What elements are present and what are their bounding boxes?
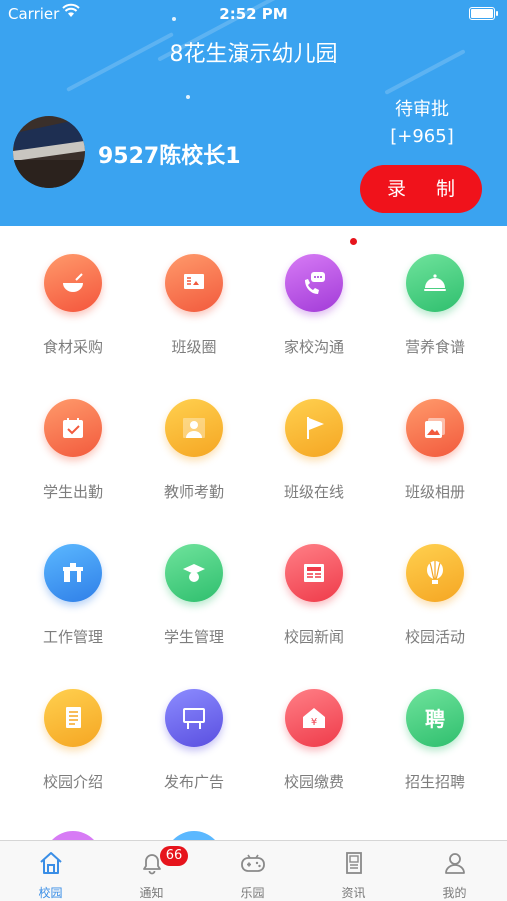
grid-item-label: 校园缴费	[283, 773, 344, 791]
record-button[interactable]: 录 制	[360, 165, 482, 213]
tab-notice[interactable]: 66 通知	[101, 841, 202, 901]
payment-house-icon: ¥	[285, 689, 343, 747]
document-icon	[44, 689, 102, 747]
grid-item[interactable]: 校园介绍	[10, 661, 136, 791]
desk-icon	[44, 544, 102, 602]
battery-icon	[469, 7, 498, 20]
grid-item[interactable]: 家校沟通	[251, 226, 377, 356]
food-cloche-icon	[406, 254, 464, 312]
grid-item[interactable]: 学生管理	[131, 516, 257, 646]
grid-item-label: 班级圈	[171, 338, 217, 356]
grid-item[interactable]: 班级相册	[372, 371, 498, 501]
grid-item-label: 校园介绍	[42, 773, 103, 791]
home-icon	[40, 852, 62, 874]
grid-item[interactable]: 校园新闻	[251, 516, 377, 646]
newspaper-icon	[285, 544, 343, 602]
flag-icon	[285, 399, 343, 457]
grid-item-label: 招生招聘	[404, 773, 465, 791]
grid-item[interactable]: 学生出勤	[10, 371, 136, 501]
svg-text:¥: ¥	[311, 717, 317, 728]
grid-item[interactable]: 班级圈	[131, 226, 257, 356]
notice-badge: 66	[160, 846, 188, 866]
grid-item-label: 校园活动	[404, 628, 465, 646]
grid-item[interactable]: 营养食谱	[372, 226, 498, 356]
grid-item-label: 学生出勤	[42, 483, 103, 501]
decor-dot	[186, 95, 190, 99]
student-cap-icon	[165, 544, 223, 602]
pending-approval-count[interactable]: [+965]	[378, 126, 466, 147]
tab-label: 资讯	[341, 886, 366, 900]
grid-item[interactable]: 校园活动	[372, 516, 498, 646]
header-banner: Carrier 2:52 PM 8花生演示幼儿园 9527陈校长1 待审批 [+…	[0, 0, 507, 226]
svg-text:聘: 聘	[425, 707, 445, 731]
grid-item[interactable]: 聘招生招聘	[372, 661, 498, 791]
grid-item-label: 学生管理	[163, 628, 224, 646]
grid-item[interactable]: ¥ 校园缴费	[251, 661, 377, 791]
billboard-icon	[165, 689, 223, 747]
pending-approval-label[interactable]: 待审批	[378, 95, 466, 121]
tab-mine[interactable]: 我的	[404, 841, 505, 901]
news-icon	[346, 852, 362, 874]
tab-playground[interactable]: 乐园	[202, 841, 303, 901]
tab-label: 乐园	[240, 886, 265, 900]
user-icon	[445, 853, 465, 874]
teacher-icon	[165, 399, 223, 457]
tab-label: 我的	[442, 886, 467, 900]
recruit-icon: 聘	[406, 689, 464, 747]
balloon-icon	[406, 544, 464, 602]
class-board-icon	[165, 254, 223, 312]
grid-item-label: 校园新闻	[283, 628, 344, 646]
tab-campus[interactable]: 校园	[0, 841, 101, 901]
calendar-check-icon	[44, 399, 102, 457]
school-title: 8花生演示幼儿园	[169, 42, 338, 67]
grid-item-label: 工作管理	[42, 628, 103, 646]
tab-bar: 校园 66 通知 乐园 资讯 我的	[0, 840, 507, 901]
tab-label: 通知	[139, 886, 164, 900]
food-bowl-icon	[44, 254, 102, 312]
grid-item-label: 营养食谱	[404, 338, 465, 356]
grid-item[interactable]: 工作管理	[10, 516, 136, 646]
grid-item-label: 食材采购	[42, 338, 103, 356]
grid-item-label: 班级在线	[283, 483, 344, 501]
phone-chat-icon	[285, 254, 343, 312]
gamepad-icon	[241, 854, 265, 872]
grid-item-label: 教师考勤	[163, 483, 224, 501]
status-bar: Carrier 2:52 PM	[0, 0, 507, 28]
username: 9527陈校长1	[98, 144, 241, 169]
grid-item[interactable]: 发布广告	[131, 661, 257, 791]
avatar[interactable]	[13, 116, 85, 188]
grid-item-label: 班级相册	[404, 483, 465, 501]
grid-item-label: 发布广告	[163, 773, 224, 791]
grid-item[interactable]: 食材采购	[10, 226, 136, 356]
grid-item-label: 家校沟通	[283, 338, 344, 356]
tab-label: 校园	[38, 886, 63, 900]
tab-news[interactable]: 资讯	[303, 841, 404, 901]
status-time: 2:52 PM	[219, 5, 288, 23]
photo-album-icon	[406, 399, 464, 457]
grid-item[interactable]: 教师考勤	[131, 371, 257, 501]
grid-item[interactable]: 班级在线	[251, 371, 377, 501]
